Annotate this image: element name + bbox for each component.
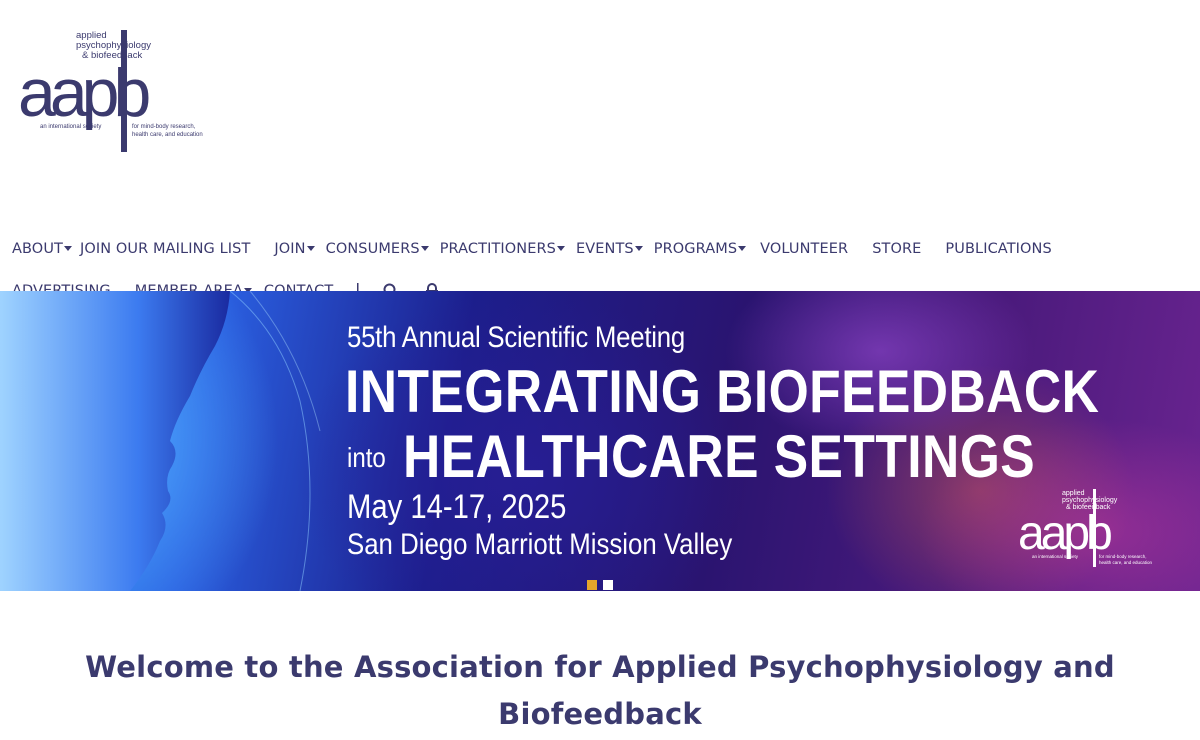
welcome-heading: Welcome to the Association for Applied P… bbox=[85, 650, 1115, 731]
nav-label-mailing-list: JOIN OUR MAILING LIST bbox=[80, 241, 251, 257]
chevron-down-icon bbox=[634, 245, 643, 251]
nav-item-mailing-list[interactable]: JOIN OUR MAILING LIST bbox=[80, 241, 250, 257]
nav-item-events[interactable]: EVENTS bbox=[576, 241, 643, 257]
banner-headline-1: INTEGRATING BIOFEEDBACK bbox=[345, 358, 1100, 425]
nav-label-about: ABOUT bbox=[12, 241, 63, 257]
chevron-down-icon bbox=[64, 245, 72, 251]
nav-item-about[interactable]: ABOUT bbox=[12, 241, 72, 257]
logo-tagline-left: an international society bbox=[40, 124, 101, 130]
logo-divider bbox=[121, 30, 127, 152]
logo-wordmark: aapb bbox=[18, 55, 148, 131]
main-navigation: ABOUT JOIN OUR MAILING LIST JOIN CONSUME… bbox=[0, 236, 1200, 299]
banner-subtitle: 55th Annual Scientific Meeting bbox=[347, 321, 685, 354]
nav-item-practitioners[interactable]: PRACTITIONERS bbox=[440, 241, 565, 257]
banner-logo-tagline-right-1: for mind-body research, bbox=[1099, 554, 1147, 559]
nav-label-store: STORE bbox=[872, 241, 922, 257]
nav-item-consumers[interactable]: CONSUMERS bbox=[326, 241, 429, 257]
nav-item-join[interactable]: JOIN bbox=[274, 241, 315, 257]
chevron-down-icon bbox=[556, 245, 565, 251]
logo-tagline-right-2: health care, and education bbox=[132, 132, 203, 138]
nav-label-programs: PROGRAMS bbox=[653, 241, 738, 257]
chevron-down-icon bbox=[738, 245, 747, 251]
banner-venue: San Diego Marriott Mission Valley bbox=[347, 528, 733, 561]
nav-item-programs[interactable]: PROGRAMS bbox=[653, 241, 747, 257]
aapb-logo[interactable]: applied psychophysiology & biofeedback a… bbox=[18, 28, 228, 154]
banner-logo-tagline-left: an international society bbox=[1032, 554, 1079, 559]
chevron-down-icon bbox=[420, 245, 429, 251]
slider-dot-2[interactable] bbox=[603, 580, 613, 590]
chevron-down-icon bbox=[306, 245, 315, 251]
banner-date: May 14-17, 2025 bbox=[347, 488, 567, 526]
logo-tagline-right-1: for mind-body research, bbox=[132, 124, 196, 130]
nav-label-volunteer: VOLUNTEER bbox=[760, 241, 849, 257]
banner-into: into bbox=[347, 442, 386, 473]
nav-label-consumers: CONSUMERS bbox=[325, 241, 420, 257]
slider-pagination bbox=[587, 580, 613, 590]
nav-label-practitioners: PRACTITIONERS bbox=[439, 241, 556, 257]
nav-item-store[interactable]: STORE bbox=[872, 241, 921, 257]
nav-label-publications: PUBLICATIONS bbox=[945, 241, 1052, 257]
face-illustration bbox=[0, 291, 321, 591]
banner-logo-tagline-2: psychophysiology bbox=[1062, 497, 1118, 504]
banner-headline-2: HEALTHCARE SETTINGS bbox=[403, 423, 1036, 490]
nav-row-primary: ABOUT JOIN OUR MAILING LIST JOIN CONSUME… bbox=[12, 236, 1052, 262]
logo-arc-icon bbox=[177, 86, 213, 117]
slider-dot-1[interactable] bbox=[587, 580, 597, 590]
nav-label-events: EVENTS bbox=[575, 241, 634, 257]
banner-aapb-logo: applied psychophysiology & biofeedback a… bbox=[1018, 489, 1153, 567]
banner-logo-wordmark: aapb bbox=[1018, 507, 1111, 560]
nav-item-volunteer[interactable]: VOLUNTEER bbox=[760, 241, 848, 257]
nav-item-publications[interactable]: PUBLICATIONS bbox=[945, 241, 1051, 257]
hero-banner-slider[interactable]: 55th Annual Scientific Meeting INTEGRATI… bbox=[0, 291, 1200, 591]
banner-logo-tagline-1: applied bbox=[1062, 490, 1085, 497]
nav-label-join: JOIN bbox=[274, 241, 306, 257]
banner-logo-tagline-right-2: health care, and education bbox=[1099, 560, 1153, 565]
